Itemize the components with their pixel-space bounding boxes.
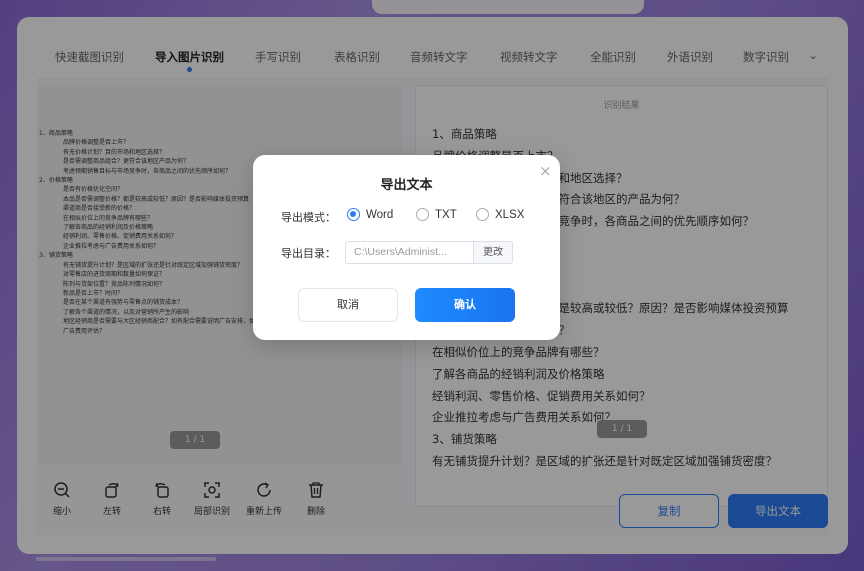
radio-xlsx[interactable]: XLSX — [476, 208, 524, 221]
dialog-title: 导出文本 — [380, 178, 433, 193]
radio-txt[interactable]: TXT — [416, 208, 457, 221]
radio-circle-xlsx[interactable] — [476, 208, 489, 221]
export-dir-field[interactable]: C:\Users\Administ... — [345, 241, 473, 264]
export-dialog: × 导出文本 导出模式： Word TXT XLSX 导出目录： C:\User… — [253, 155, 560, 340]
change-dir-button[interactable]: 更改 — [473, 241, 513, 264]
confirm-button[interactable]: 确认 — [415, 288, 515, 322]
radio-word[interactable]: Word — [347, 208, 393, 221]
export-mode-label: 导出模式： — [281, 211, 336, 224]
radio-label-txt: TXT — [435, 208, 457, 221]
radio-circle-txt[interactable] — [416, 208, 429, 221]
radio-label-xlsx: XLSX — [495, 208, 525, 221]
radio-circle-word[interactable] — [347, 208, 360, 221]
cancel-button[interactable]: 取消 — [298, 288, 398, 322]
export-dir-label: 导出目录： — [281, 247, 336, 260]
radio-label-word: Word — [366, 208, 394, 221]
